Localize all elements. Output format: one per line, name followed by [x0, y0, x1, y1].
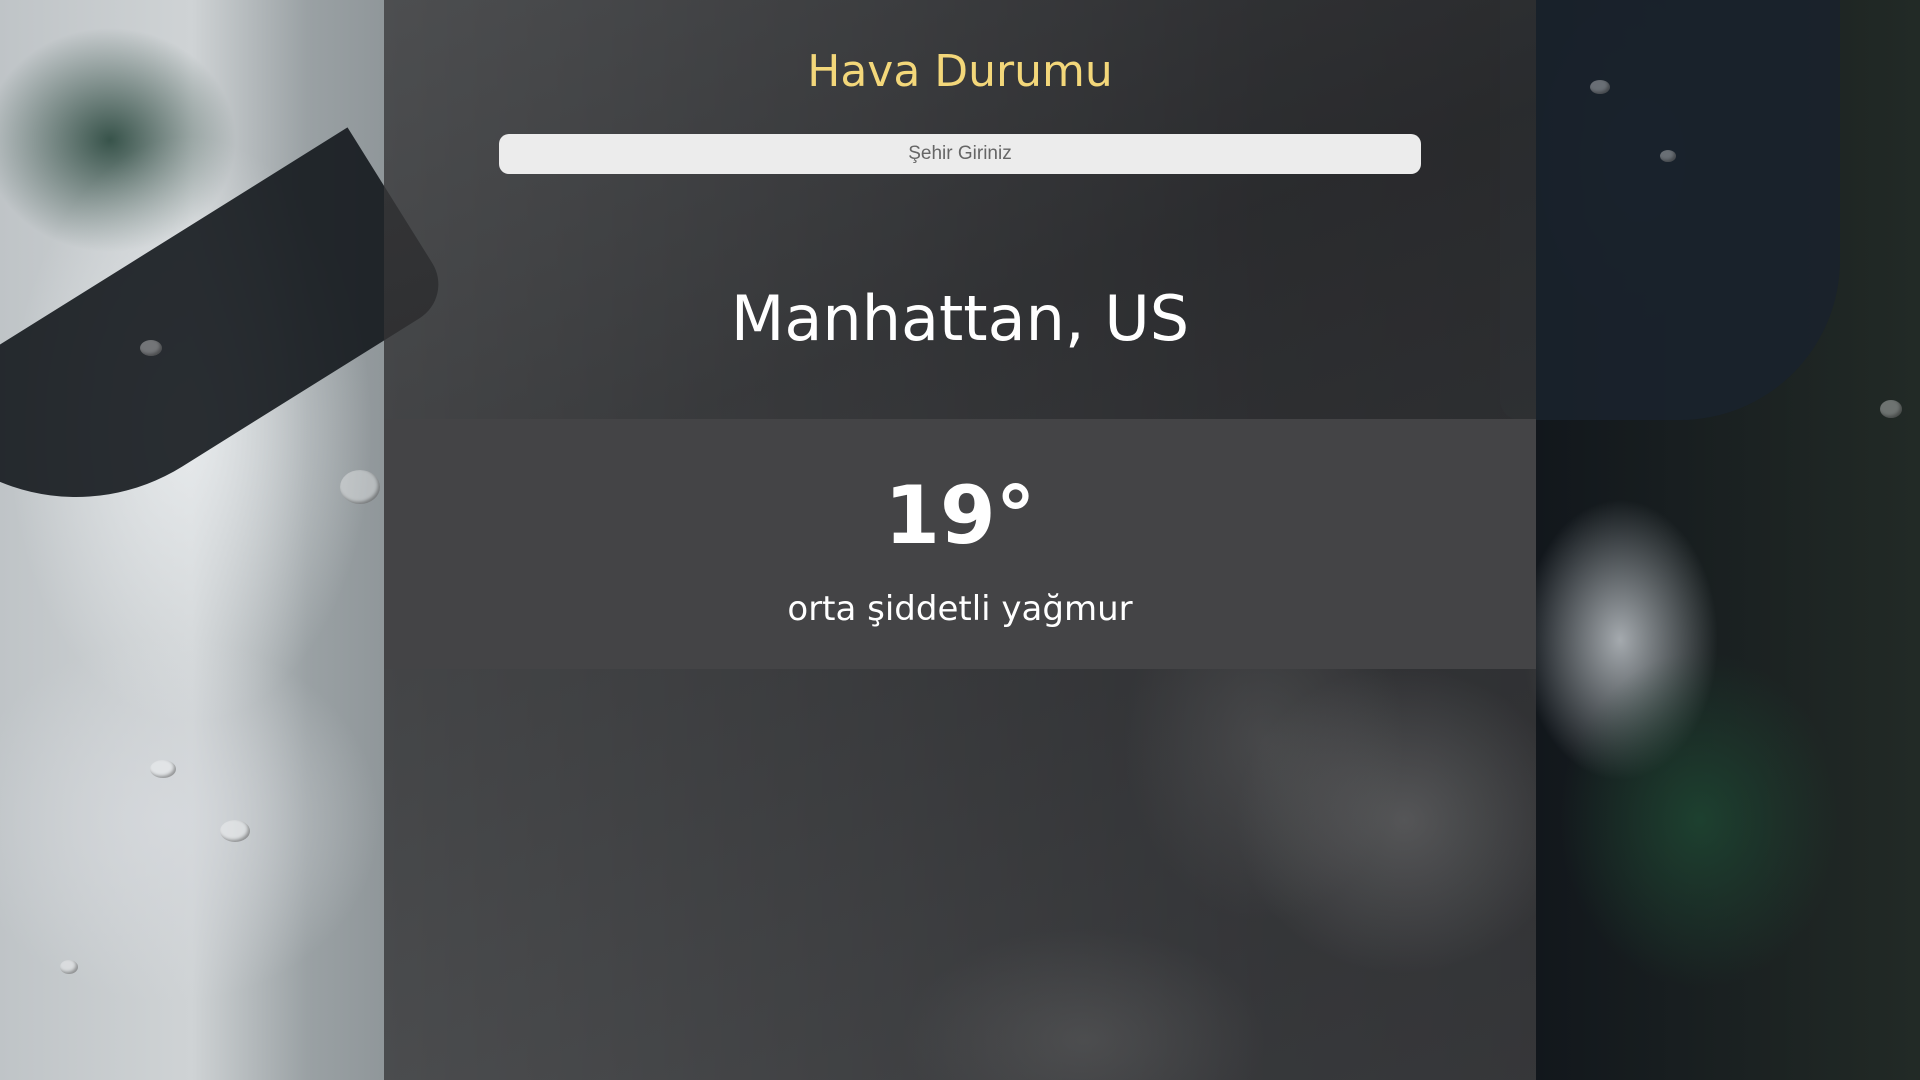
raindrop: [60, 960, 78, 974]
umbrella-right-shape: [1500, 0, 1840, 420]
raindrop: [150, 760, 176, 778]
city-search-input[interactable]: [499, 134, 1421, 174]
raindrop: [340, 470, 380, 504]
weather-panel: Hava Durumu Manhattan, US 19° orta şidde…: [384, 0, 1536, 1080]
weather-info-box: 19° orta şiddetli yağmur: [384, 419, 1536, 669]
raindrop: [1590, 80, 1610, 94]
app-title: Hava Durumu: [807, 46, 1113, 97]
temperature-value: 19°: [884, 469, 1036, 562]
raindrop: [1880, 400, 1902, 418]
weather-description: orta şiddetli yağmur: [787, 589, 1133, 629]
location-name: Manhattan, US: [730, 282, 1190, 355]
raindrop: [140, 340, 162, 356]
raindrop: [1660, 150, 1676, 162]
raindrop: [220, 820, 250, 842]
